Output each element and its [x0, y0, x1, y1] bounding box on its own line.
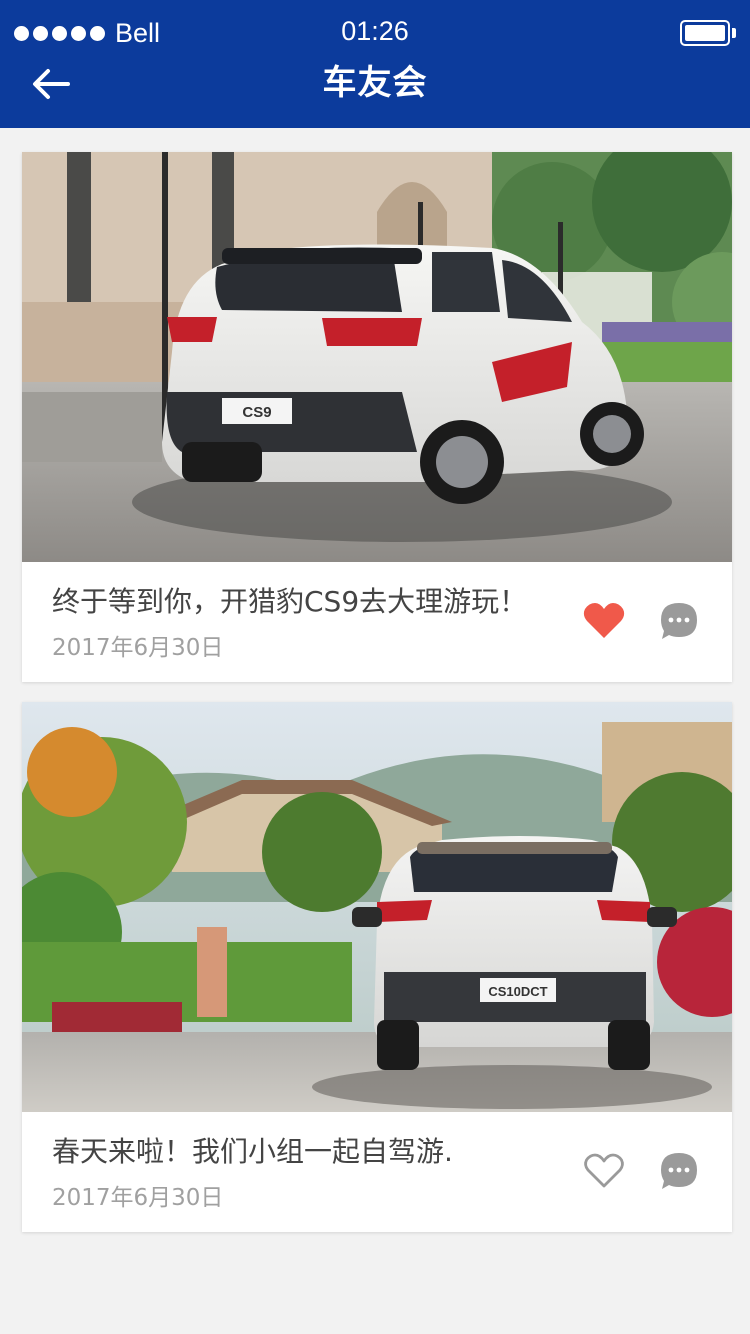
post-date: 2017年6月30日 [52, 635, 224, 661]
comment-icon[interactable] [658, 1150, 700, 1192]
svg-text:CS9: CS9 [242, 404, 271, 421]
svg-text:CS10DCT: CS10DCT [488, 984, 547, 999]
post-photo[interactable]: CS9 [22, 152, 732, 562]
status-bar: Bell 01:26 [0, 0, 750, 64]
post-date: 2017年6月30日 [52, 1185, 224, 1211]
page-title: 车友会 [322, 63, 428, 103]
post-photo[interactable]: CS10DCT [22, 702, 732, 1112]
comment-icon[interactable] [658, 600, 700, 642]
status-time: 01:26 [341, 16, 409, 46]
post-card[interactable]: CS9 终于等到你，开猎豹CS9去大理游玩！ 2017年6月30日 [22, 152, 732, 682]
post-title[interactable]: 春天来啦！我们小组一起自驾游. [52, 1132, 453, 1172]
heart-outline-icon[interactable] [582, 1151, 626, 1191]
post-title[interactable]: 终于等到你，开猎豹CS9去大理游玩！ [52, 582, 527, 622]
battery-icon [680, 20, 736, 46]
heart-filled-icon[interactable] [582, 601, 626, 641]
nav-header: Bell 01:26 车友会 [0, 0, 750, 128]
post-card[interactable]: CS10DCT 春天来啦！我们小组一起自驾游. 2017年6月30日 [22, 702, 732, 1232]
